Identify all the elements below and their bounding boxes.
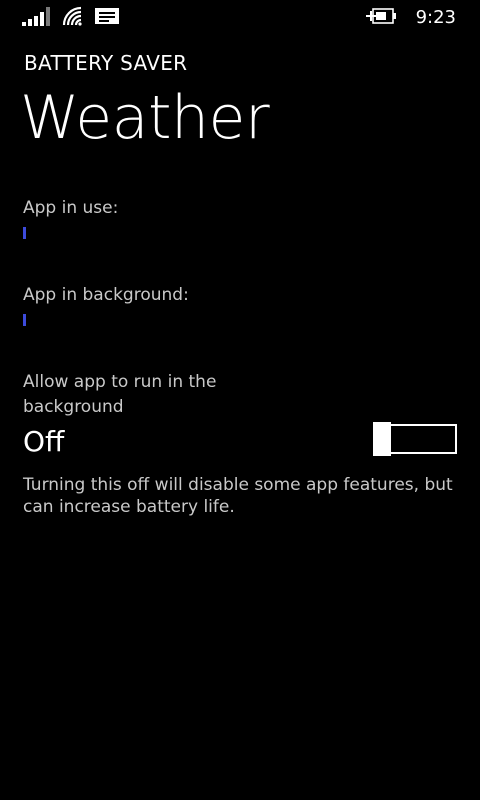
status-bar: 9:23 xyxy=(0,0,480,34)
status-right: 9:23 xyxy=(365,6,456,30)
background-setting-label: Allow app to run in the background xyxy=(23,372,217,417)
usage-background: App in background: xyxy=(23,285,453,326)
wifi-icon xyxy=(62,6,84,30)
usage-background-bar xyxy=(23,314,453,326)
app-title: BATTERY SAVER xyxy=(24,51,188,75)
usage-in-use: App in use: xyxy=(23,198,453,239)
background-setting-description: Turning this off will disable some app f… xyxy=(23,475,453,517)
message-icon xyxy=(94,6,120,30)
usage-background-bar-fill xyxy=(23,314,26,326)
usage-in-use-label: App in use: xyxy=(23,198,119,218)
signal-strength-icon xyxy=(22,6,52,30)
background-toggle-row: Off xyxy=(23,422,457,464)
background-setting: Allow app to run in the background Off T… xyxy=(23,370,457,518)
toggle-thumb[interactable] xyxy=(373,422,391,456)
usage-background-label: App in background: xyxy=(23,285,189,305)
usage-in-use-bar xyxy=(23,227,453,239)
toggle-state-label: Off xyxy=(23,425,65,458)
status-left-icons xyxy=(22,6,120,30)
page-title: Weather xyxy=(20,83,270,153)
clock: 9:23 xyxy=(415,7,456,28)
battery-charging-icon xyxy=(365,6,398,30)
usage-in-use-bar-fill xyxy=(23,227,26,239)
background-toggle-switch[interactable] xyxy=(373,422,457,456)
